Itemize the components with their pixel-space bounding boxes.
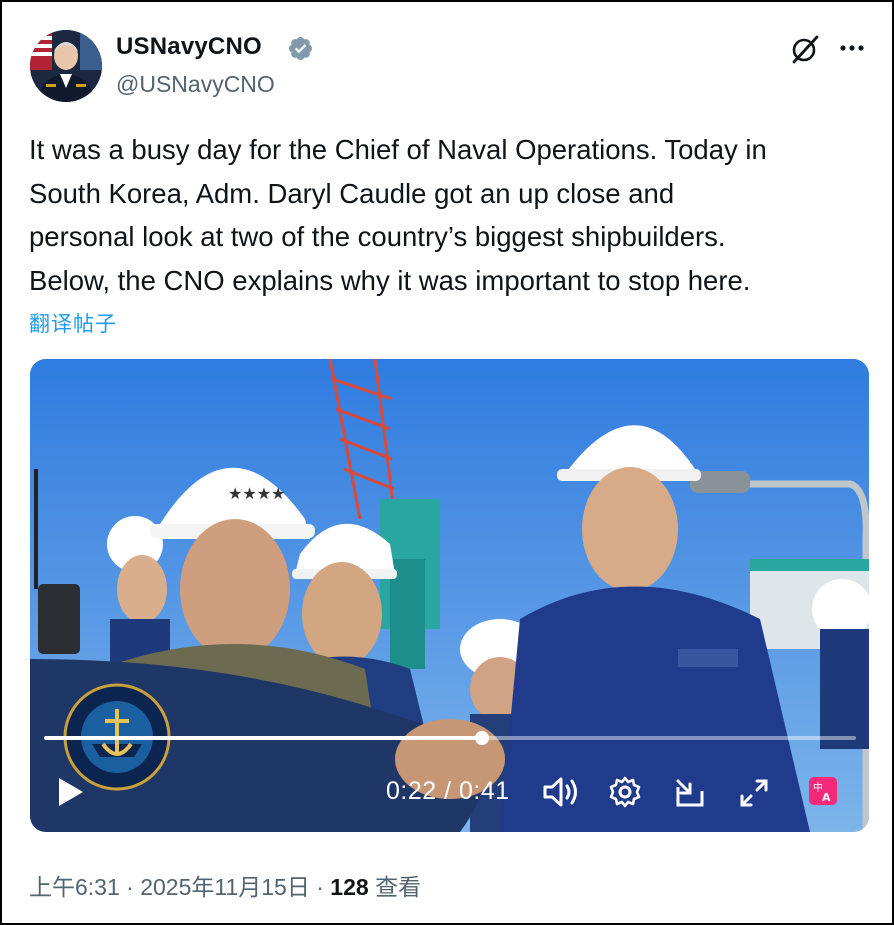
translate-post-link[interactable]: 翻译帖子	[29, 308, 117, 338]
author-handle[interactable]: @USNavyCNO	[116, 71, 275, 98]
grok-icon[interactable]	[789, 33, 821, 65]
video-progress-fill	[44, 736, 483, 740]
view-label: 查看	[375, 874, 422, 900]
more-icon[interactable]	[838, 38, 866, 58]
svg-text:★★★★: ★★★★	[228, 484, 285, 503]
author-display-name[interactable]: USNavyCNO	[116, 33, 262, 61]
fullscreen-icon[interactable]	[738, 777, 770, 809]
play-icon[interactable]	[56, 775, 86, 809]
svg-text:A: A	[822, 791, 831, 804]
volume-icon[interactable]	[542, 775, 580, 809]
author-avatar[interactable]	[30, 30, 102, 102]
tweet-time[interactable]: 上午6:31	[29, 874, 120, 900]
verified-badge-icon[interactable]	[287, 35, 314, 62]
tweet-text: It was a busy day for the Chief of Naval…	[29, 134, 767, 296]
picture-in-picture-icon[interactable]	[674, 777, 706, 809]
tweet-date[interactable]: 2025年11月15日	[140, 874, 310, 900]
translate-icon[interactable]: 中 A	[809, 777, 837, 805]
view-count: 128	[330, 874, 369, 900]
meta-separator: ·	[316, 874, 324, 900]
video-progress-bar[interactable]	[44, 731, 856, 745]
tweet-meta: 上午6:31 · 2025年11月15日 · 128 查看	[29, 868, 421, 902]
video-time-display: 0:22 / 0:41	[386, 777, 510, 805]
video-player[interactable]: ★★★★ 0:22 / 0:41 中 A	[30, 359, 869, 832]
tweet-card: USNavyCNO @USNavyCNO It was a busy day f…	[0, 0, 894, 925]
meta-separator: ·	[126, 874, 134, 900]
video-frame: ★★★★	[30, 359, 869, 832]
settings-gear-icon[interactable]	[608, 775, 642, 809]
